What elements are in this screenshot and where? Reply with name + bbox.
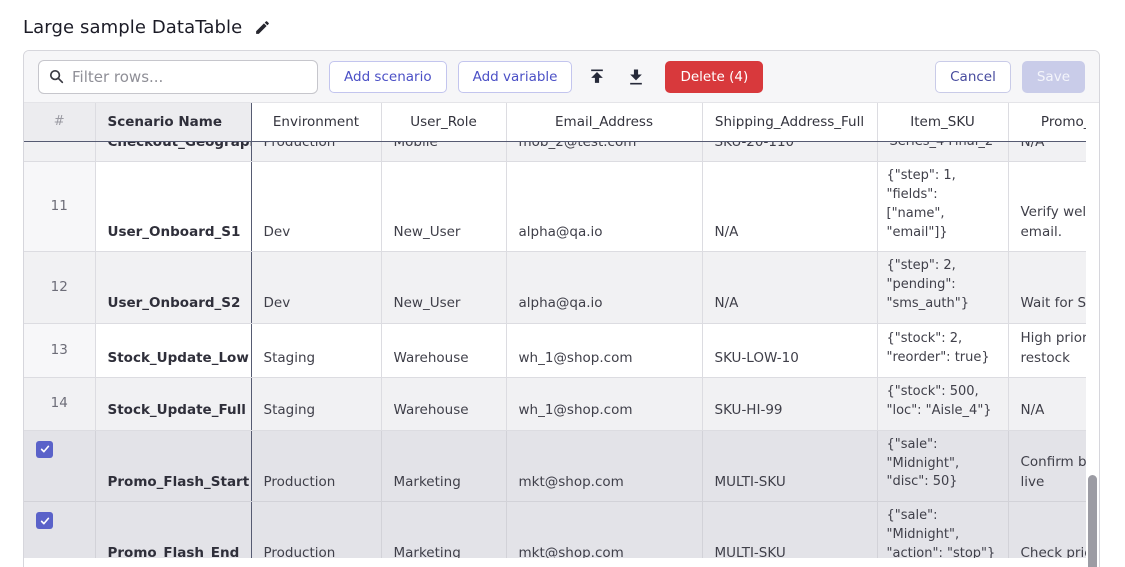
edit-title-icon[interactable] (254, 19, 271, 36)
cell-email[interactable]: mkt@shop.com (506, 430, 702, 502)
row-checkbox-checked[interactable] (36, 512, 53, 529)
cell-promo[interactable]: N/A (1008, 141, 1088, 162)
cell-item-sku[interactable]: {"step": 2, "pending": "sms_auth"} (877, 252, 1008, 324)
download-button[interactable] (622, 65, 650, 89)
cell-scenario-name[interactable]: Checkout_Geography (95, 141, 251, 162)
column-header-promo-code: Promo_Code (1008, 103, 1088, 141)
cell-shipping[interactable]: N/A (702, 162, 877, 252)
cell-promo[interactable]: Verify welcome email. (1008, 162, 1088, 252)
cell-email[interactable]: wh_1@shop.com (506, 323, 702, 377)
cell-environment[interactable]: Production (251, 430, 381, 502)
header-row: # Scenario Name Environment User_Role Em… (24, 103, 1088, 141)
cell-item-sku[interactable]: {"stock": 2, "reorder": true} (877, 323, 1008, 377)
column-header-scenario-name: Scenario Name (95, 103, 251, 141)
column-header-index: # (24, 103, 95, 141)
cell-scenario-name[interactable]: Promo_Flash_End (95, 502, 251, 558)
cell-environment[interactable]: Dev (251, 252, 381, 324)
column-header-email: Email_Address (506, 103, 702, 141)
column-header-shipping: Shipping_Address_Full (702, 103, 877, 141)
cell-index[interactable] (24, 141, 95, 162)
add-scenario-button[interactable]: Add scenario (329, 61, 447, 93)
cell-user-role[interactable]: Warehouse (381, 378, 506, 431)
cell-promo[interactable]: High priority restock (1008, 323, 1088, 377)
cell-environment[interactable]: Staging (251, 323, 381, 377)
cell-environment[interactable]: Dev (251, 162, 381, 252)
cell-email[interactable]: mob_2@test.com (506, 141, 702, 162)
cell-select[interactable] (24, 502, 95, 558)
cell-shipping[interactable]: SKU-LOW-10 (702, 323, 877, 377)
table-row-selected: Promo_Flash_End Production Marketing mkt… (24, 502, 1088, 558)
add-variable-button[interactable]: Add variable (458, 61, 573, 93)
table-row: 12 User_Onboard_S2 Dev New_User alpha@qa… (24, 252, 1088, 324)
cell-scenario-name[interactable]: User_Onboard_S2 (95, 252, 251, 324)
cell-shipping[interactable]: SKU-HI-99 (702, 378, 877, 431)
cell-item-sku[interactable]: Series_4 Final_2 (877, 141, 1008, 162)
cell-user-role[interactable]: New_User (381, 162, 506, 252)
cell-user-role[interactable]: New_User (381, 252, 506, 324)
cell-promo[interactable]: Wait for SMS code (1008, 252, 1088, 324)
cell-email[interactable]: wh_1@shop.com (506, 378, 702, 431)
cell-email[interactable]: alpha@qa.io (506, 252, 702, 324)
vertical-scrollbar[interactable] (1086, 103, 1099, 567)
cell-user-role[interactable]: Marketing (381, 430, 506, 502)
column-header-item-sku: Item_SKU (877, 103, 1008, 141)
scrollbar-thumb[interactable] (1088, 475, 1097, 567)
cell-item-sku[interactable]: {"stock": 500, "loc": "Aisle_4"} (877, 378, 1008, 431)
upload-button[interactable] (583, 65, 611, 89)
cell-shipping[interactable]: SKU-20-110 (702, 141, 877, 162)
cell-scenario-name[interactable]: Stock_Update_Low (95, 323, 251, 377)
cell-email[interactable]: mkt@shop.com (506, 502, 702, 558)
cell-promo[interactable]: N/A (1008, 378, 1088, 431)
cell-item-sku[interactable]: {"sale": "Midnight", "action": "stop"} (877, 502, 1008, 558)
page-title: Large sample DataTable (23, 17, 242, 38)
cell-shipping[interactable]: MULTI-SKU (702, 502, 877, 558)
datatable-panel: Add scenario Add variable Delete (4) Can… (23, 50, 1100, 567)
cancel-button[interactable]: Cancel (935, 61, 1011, 93)
cell-index[interactable]: 14 (24, 378, 95, 431)
cell-item-sku[interactable]: {"sale": "Midnight", "disc": 50} (877, 430, 1008, 502)
table-row: 14 Stock_Update_Full Staging Warehouse w… (24, 378, 1088, 431)
table-row: 11 User_Onboard_S1 Dev New_User alpha@qa… (24, 162, 1088, 252)
cell-index[interactable]: 12 (24, 252, 95, 324)
cell-environment[interactable]: Production (251, 502, 381, 558)
title-bar: Large sample DataTable (0, 0, 1125, 50)
cell-shipping[interactable]: MULTI-SKU (702, 430, 877, 502)
cell-user-role[interactable]: Mobile (381, 141, 506, 162)
scenario-table: # Scenario Name Environment User_Role Em… (24, 103, 1088, 558)
download-icon (626, 67, 646, 87)
cell-user-role[interactable]: Marketing (381, 502, 506, 558)
toolbar: Add scenario Add variable Delete (4) Can… (24, 51, 1099, 103)
cell-environment[interactable]: Production (251, 141, 381, 162)
cell-environment[interactable]: Staging (251, 378, 381, 431)
filter-field-wrap (38, 60, 318, 94)
cell-scenario-name[interactable]: Promo_Flash_Start (95, 430, 251, 502)
cell-scenario-name[interactable]: User_Onboard_S1 (95, 162, 251, 252)
cell-email[interactable]: alpha@qa.io (506, 162, 702, 252)
upload-icon (587, 67, 607, 87)
column-header-user-role: User_Role (381, 103, 506, 141)
column-header-environment: Environment (251, 103, 381, 141)
delete-selected-button[interactable]: Delete (4) (665, 61, 763, 93)
cell-scenario-name[interactable]: Stock_Update_Full (95, 378, 251, 431)
row-checkbox-checked[interactable] (36, 441, 53, 458)
filter-rows-input[interactable] (38, 60, 318, 94)
cell-shipping[interactable]: N/A (702, 252, 877, 324)
cell-item-sku[interactable]: {"step": 1, "fields": ["name", "email"]} (877, 162, 1008, 252)
search-icon (49, 69, 64, 84)
table-row: 13 Stock_Update_Low Staging Warehouse wh… (24, 323, 1088, 377)
table-row-selected: Promo_Flash_Start Production Marketing m… (24, 430, 1088, 502)
cell-index[interactable]: 11 (24, 162, 95, 252)
table-row-clipped: Checkout_Geography Production Mobile mob… (24, 141, 1088, 162)
cell-promo[interactable]: Confirm banner live (1008, 430, 1088, 502)
cell-user-role[interactable]: Warehouse (381, 323, 506, 377)
save-button-disabled[interactable]: Save (1022, 61, 1085, 93)
cell-promo[interactable]: Check price revert (1008, 502, 1088, 558)
cell-index[interactable]: 13 (24, 323, 95, 377)
cell-select[interactable] (24, 430, 95, 502)
table-viewport: # Scenario Name Environment User_Role Em… (24, 103, 1088, 558)
